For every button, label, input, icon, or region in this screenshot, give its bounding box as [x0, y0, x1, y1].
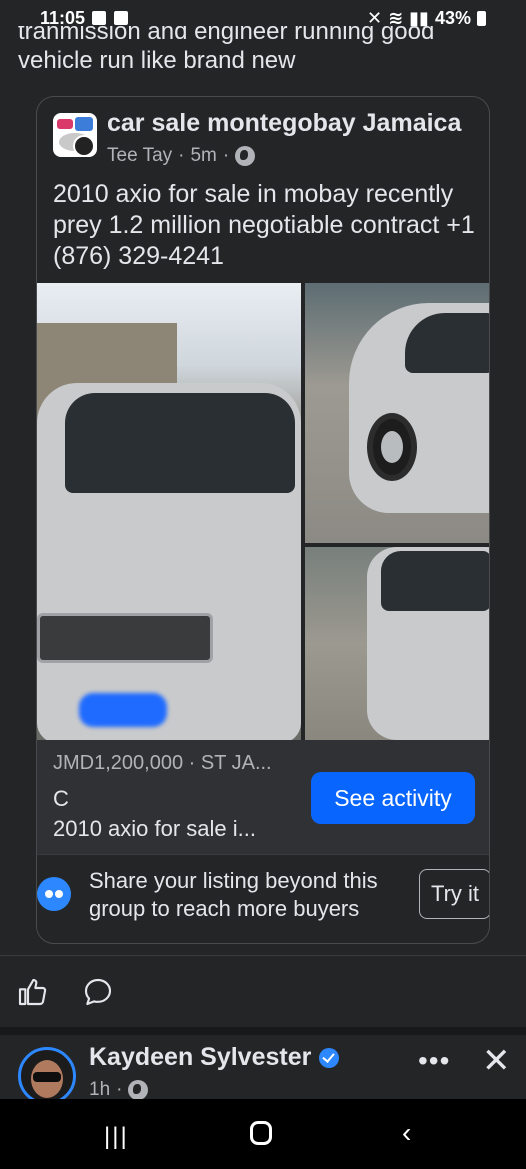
next-author-name[interactable]: Kaydeen Sylvester	[89, 1043, 311, 1072]
feed-divider	[0, 1027, 526, 1035]
next-post-header: Kaydeen Sylvester 1h · ••• ✕	[0, 1035, 526, 1105]
listing-price: JMD1,200,000 · ST JA...	[53, 752, 272, 774]
group-icon	[37, 877, 71, 911]
recent-apps-icon[interactable]: |||	[104, 1123, 129, 1151]
blurred-plate	[79, 693, 167, 727]
post-text-line: vehicle run like brand new	[18, 47, 296, 74]
try-it-button[interactable]: Try it	[419, 869, 489, 919]
home-icon[interactable]	[250, 1121, 272, 1145]
more-options-icon[interactable]: •••	[418, 1045, 450, 1077]
shared-listing-card[interactable]: car sale montegobay Jamaica Tee Tay · 5m…	[36, 96, 490, 944]
post-actions	[0, 955, 526, 1025]
car-window	[405, 313, 489, 373]
next-post-author[interactable]: Kaydeen Sylvester	[89, 1043, 340, 1072]
listing-photo-main[interactable]	[37, 283, 301, 740]
author-name[interactable]: Tee Tay	[107, 145, 172, 167]
system-nav-bar: ||| ‹	[0, 1099, 526, 1169]
post-text-line-cut: tranmission and engineer running good	[18, 26, 435, 45]
globe-icon	[128, 1080, 149, 1100]
meta-separator: ·	[178, 145, 185, 166]
next-post-meta: 1h ·	[89, 1079, 149, 1101]
battery-icon	[477, 11, 486, 26]
see-activity-button[interactable]: See activity	[311, 772, 475, 824]
globe-icon	[235, 146, 256, 166]
like-icon[interactable]	[16, 976, 48, 1008]
share-listing-prompt: Share your listing beyond this group to …	[37, 854, 489, 934]
post-time[interactable]: 5m	[190, 145, 216, 167]
car-window	[381, 551, 489, 611]
comment-icon[interactable]	[82, 976, 114, 1008]
listing-photo-side[interactable]	[305, 283, 489, 543]
share-prompt-text: Share your listing beyond this group to …	[89, 868, 378, 921]
verified-badge-icon	[319, 1047, 340, 1068]
listing-details[interactable]: JMD1,200,000 · ST JA... C 2010 axio for …	[37, 740, 489, 854]
next-post-time[interactable]: 1h	[89, 1079, 110, 1101]
facebook-notification-icon	[92, 11, 106, 25]
listing-text: 2010 axio for sale in mobay recently pre…	[53, 180, 475, 270]
close-icon[interactable]: ✕	[482, 1041, 511, 1081]
car-wheel	[367, 413, 417, 481]
group-name[interactable]: car sale montegobay Jamaica	[107, 109, 461, 138]
facebook-notification-icon	[114, 11, 128, 25]
back-icon[interactable]: ‹	[402, 1117, 411, 1149]
car-grille	[37, 613, 213, 663]
post-text: tranmission and engineer running good ve…	[18, 26, 508, 76]
listing-condition: C	[53, 786, 69, 811]
listing-title: 2010 axio for sale i...	[53, 816, 257, 841]
avatar[interactable]	[18, 1047, 76, 1105]
meta-separator: ·	[222, 145, 230, 166]
post-meta: Tee Tay · 5m ·	[107, 145, 256, 167]
listing-photo-rear[interactable]	[305, 547, 489, 740]
group-avatar[interactable]	[53, 113, 97, 157]
car-windshield	[65, 393, 295, 493]
